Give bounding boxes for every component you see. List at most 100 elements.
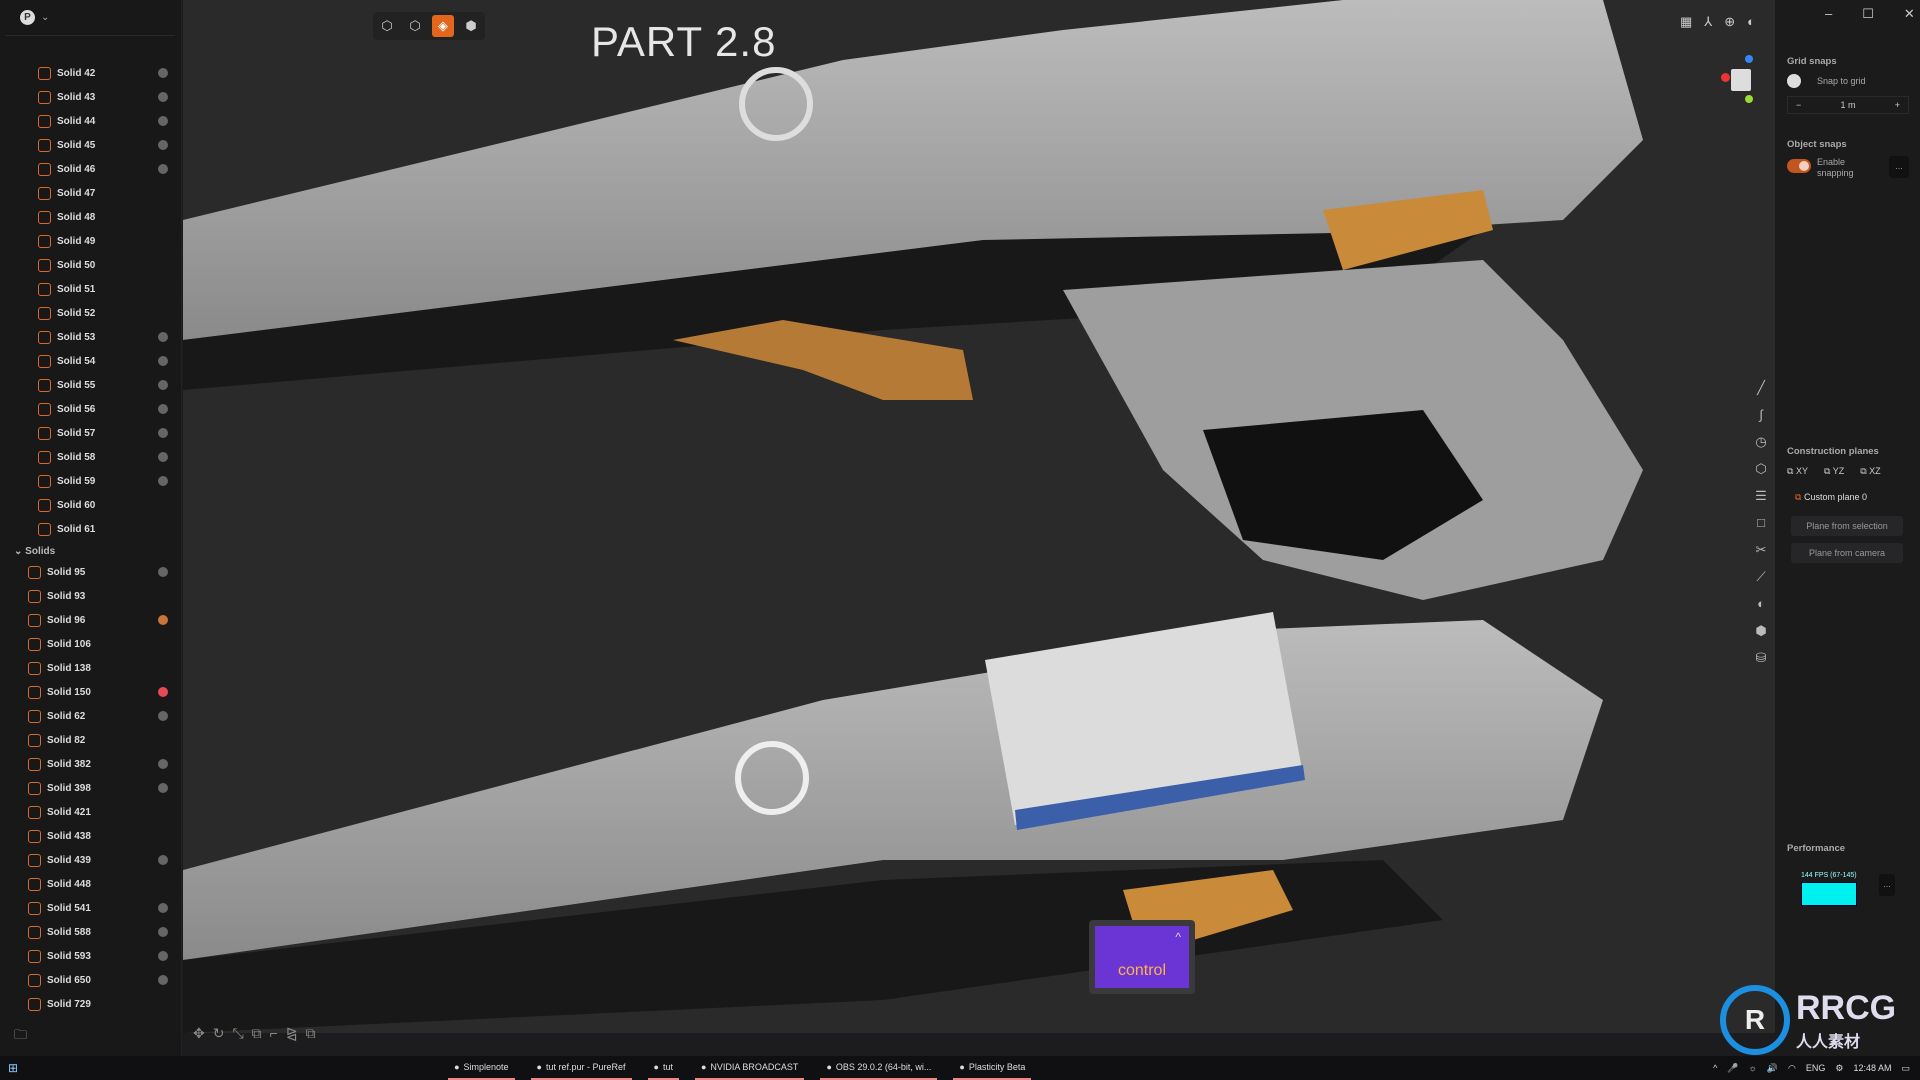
increment-button[interactable]: +	[1895, 100, 1900, 110]
grid-icon[interactable]: ▦	[1680, 14, 1692, 30]
brightness-icon[interactable]: ☼	[1749, 1063, 1757, 1073]
sphere-icon[interactable]: ◐	[1748, 596, 1774, 623]
outliner-item[interactable]: Solid 42	[38, 61, 95, 85]
globe-icon[interactable]: ⊕	[1724, 14, 1735, 30]
outliner-item[interactable]: Solid 398	[28, 776, 91, 800]
visibility-dot[interactable]	[158, 428, 168, 438]
visibility-dot[interactable]	[158, 452, 168, 462]
outliner-item[interactable]: Solid 57	[38, 421, 95, 445]
group-solids[interactable]: ⌄ Solids	[14, 546, 55, 557]
microphone-icon[interactable]: 🎤	[1727, 1063, 1738, 1074]
performance-options-button[interactable]: ...	[1879, 874, 1895, 896]
edge-mode-icon[interactable]: ⬡	[404, 15, 426, 37]
visibility-dot[interactable]	[158, 783, 168, 793]
face-mode-icon[interactable]: ◈	[432, 15, 454, 37]
outliner-item[interactable]: Solid 55	[38, 373, 95, 397]
outliner-item[interactable]: Solid 82	[28, 728, 85, 752]
notifications-icon[interactable]: ▭	[1901, 1063, 1910, 1074]
windows-start-icon[interactable]: ⊞	[8, 1061, 18, 1075]
taskbar-item[interactable]: ● NVIDIA BROADCAST	[694, 1056, 805, 1080]
outliner-item[interactable]: Solid 150	[28, 680, 91, 704]
outliner-item[interactable]: Solid 439	[28, 848, 91, 872]
clock[interactable]: 12:48 AM	[1853, 1063, 1891, 1073]
custom-plane-item[interactable]: ⧉ Custom plane 0	[1795, 492, 1867, 503]
close-icon[interactable]: ✕	[1904, 6, 1915, 22]
outliner-item[interactable]: Solid 46	[38, 157, 95, 181]
plane-item[interactable]: ⧉ XY	[1787, 466, 1808, 477]
outliner-item[interactable]: Solid 60	[38, 493, 95, 517]
visibility-dot[interactable]	[158, 68, 168, 78]
outliner-item[interactable]: Solid 729	[28, 992, 91, 1016]
outliner-item[interactable]: Solid 541	[28, 896, 91, 920]
scale-icon[interactable]: ⤡	[232, 1025, 243, 1042]
outliner-item[interactable]: Solid 54	[38, 349, 95, 373]
visibility-dot[interactable]	[158, 380, 168, 390]
plane-from-selection-button[interactable]: Plane from selection	[1791, 516, 1903, 536]
outliner-item[interactable]: Solid 588	[28, 920, 91, 944]
visibility-dot[interactable]	[158, 332, 168, 342]
chevron-up-icon[interactable]: ^	[1713, 1063, 1717, 1073]
line-icon[interactable]: ╱	[1748, 380, 1774, 407]
outliner-item[interactable]: Solid 51	[38, 277, 95, 301]
volume-icon[interactable]: 🔊	[1767, 1063, 1778, 1074]
visibility-dot[interactable]	[158, 92, 168, 102]
outliner-item[interactable]: Solid 382	[28, 752, 91, 776]
taskbar-item[interactable]: ● Plasticity Beta	[953, 1056, 1032, 1080]
solid-mode-icon[interactable]: ⬢	[460, 15, 482, 37]
decrement-button[interactable]: −	[1796, 100, 1801, 110]
plane-item[interactable]: ⧉ YZ	[1824, 466, 1844, 477]
outliner-item[interactable]: Solid 48	[38, 205, 95, 229]
scissors-icon[interactable]: ✂	[1748, 542, 1774, 569]
render-icon[interactable]: ◐	[1747, 14, 1755, 30]
visibility-dot[interactable]	[158, 903, 168, 913]
visibility-dot[interactable]	[158, 140, 168, 150]
move-icon[interactable]: ✥	[193, 1025, 205, 1042]
outliner-item[interactable]: Solid 53	[38, 325, 95, 349]
outliner-item[interactable]: Solid 61	[38, 517, 95, 541]
language-indicator[interactable]: ENG	[1806, 1063, 1826, 1073]
outliner-item[interactable]: Solid 56	[38, 397, 95, 421]
rectangle-icon[interactable]: □	[1748, 515, 1774, 542]
wifi-icon[interactable]: ◠	[1788, 1063, 1796, 1074]
visibility-dot[interactable]	[158, 116, 168, 126]
taskbar-item[interactable]: ● tut ref.pur - PureRef	[530, 1056, 632, 1080]
outliner-item[interactable]: Solid 52	[38, 301, 95, 325]
rotate-icon[interactable]: ↻	[213, 1025, 225, 1042]
avatar[interactable]: P	[20, 10, 35, 25]
knife-icon[interactable]: ⟋	[1748, 569, 1774, 596]
fillet-icon[interactable]: ⌐	[270, 1025, 278, 1041]
outliner-item[interactable]: Solid 44	[38, 109, 95, 133]
visibility-dot[interactable]	[158, 975, 168, 985]
taskbar-item[interactable]: ● Simplenote	[448, 1056, 515, 1080]
outliner-item[interactable]: Solid 106	[28, 632, 91, 656]
outliner-item[interactable]: Solid 50	[38, 253, 95, 277]
chevron-down-icon[interactable]: ⌄	[41, 12, 49, 23]
visibility-dot[interactable]	[158, 356, 168, 366]
outliner-item[interactable]: Solid 59	[38, 469, 95, 493]
outliner-item[interactable]: Solid 43	[38, 85, 95, 109]
visibility-dot[interactable]	[158, 476, 168, 486]
polygon-icon[interactable]: ⬡	[1748, 461, 1774, 488]
grid-size-value[interactable]: 1 m	[1840, 100, 1855, 110]
mirror-icon[interactable]: ⧎	[286, 1025, 298, 1042]
outliner-item[interactable]: Solid 45	[38, 133, 95, 157]
vertex-mode-icon[interactable]: ⬡	[376, 15, 398, 37]
view-cube[interactable]	[1721, 55, 1753, 103]
outliner-item[interactable]: Solid 438	[28, 824, 91, 848]
snap-options-button[interactable]: ...	[1889, 156, 1909, 178]
visibility-dot[interactable]	[158, 855, 168, 865]
outliner-item[interactable]: Solid 47	[38, 181, 95, 205]
outliner-item[interactable]: Solid 448	[28, 872, 91, 896]
grid-size-stepper[interactable]: − 1 m +	[1787, 96, 1909, 114]
outliner-item[interactable]: Solid 593	[28, 944, 91, 968]
3d-viewport[interactable]: ⬡ ⬡ ◈ ⬢ PART 2.8 ^ control ▦ ⅄ ⊕ ◐	[183, 0, 1775, 1033]
minimize-icon[interactable]: –	[1825, 6, 1832, 22]
folder-icon[interactable]: 🗀	[14, 1026, 27, 1048]
duplicate-icon[interactable]: ⧉	[306, 1025, 316, 1042]
visibility-dot[interactable]	[158, 404, 168, 414]
stack-icon[interactable]: ☰	[1748, 488, 1774, 515]
taskbar-item[interactable]: ● OBS 29.0.2 (64-bit, wi...	[820, 1056, 938, 1080]
gear-icon[interactable]: ⚙	[1835, 1063, 1843, 1074]
outliner-item[interactable]: Solid 49	[38, 229, 95, 253]
visibility-dot[interactable]	[158, 567, 168, 577]
